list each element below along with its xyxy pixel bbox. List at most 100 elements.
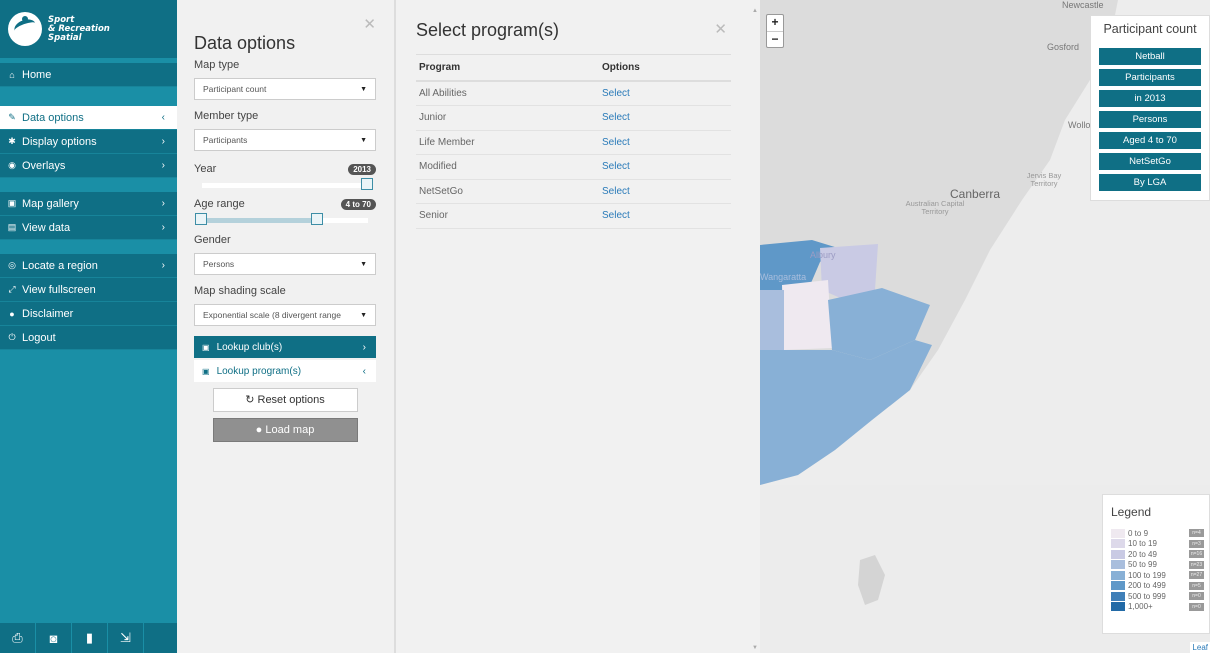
year-slider[interactable]: [194, 178, 376, 194]
export-icon[interactable]: ⇲: [108, 623, 144, 653]
column-header-program: Program: [416, 55, 599, 82]
zoom-in-button[interactable]: +: [767, 15, 783, 31]
age-range-label: Age range: [194, 198, 245, 210]
nav-locate-region-label: Locate a region: [22, 259, 98, 272]
nav-display-options[interactable]: ✱ Display options ›: [0, 130, 177, 154]
table-row: Life Member Select: [416, 130, 731, 155]
chevron-right-icon: ›: [161, 198, 165, 209]
member-type-label: Member type: [194, 110, 259, 122]
place-label: Albury: [810, 250, 836, 260]
info-icon: ●: [9, 308, 15, 319]
chevron-right-icon: ›: [161, 260, 165, 271]
region-shape: [760, 290, 784, 350]
legend-row: 500 to 999 n=0: [1111, 591, 1209, 602]
nav-disclaimer[interactable]: ● Disclaimer: [0, 302, 177, 326]
nav-view-fullscreen-label: View fullscreen: [22, 283, 96, 296]
legend-row: 10 to 19 n=3: [1111, 539, 1209, 550]
data-options-panel: ✕ Data options Map type Participant coun…: [177, 0, 395, 653]
zoom-out-button[interactable]: −: [767, 31, 783, 47]
region-shape: [782, 280, 832, 350]
lookup-program-label: Lookup program(s): [216, 365, 302, 377]
select-link[interactable]: Select: [599, 105, 731, 131]
select-link[interactable]: Select: [599, 179, 731, 204]
year-slider-handle[interactable]: [361, 178, 373, 190]
panel-title: Data options: [194, 33, 296, 53]
shading-scale-value: Exponential scale (8 divergent range: [203, 310, 341, 320]
lookup-club-button[interactable]: ▣ Lookup club(s) ›: [194, 336, 376, 358]
map-legend: Legend 0 to 9 n=4 10 to 19 n=3 20 to 49 n=16 5…: [1102, 494, 1210, 634]
age-min-handle[interactable]: [195, 213, 207, 225]
scroll-down-icon[interactable]: ▼: [752, 645, 758, 651]
caret-down-icon: ▼: [360, 85, 367, 93]
legend-swatch: [1111, 591, 1125, 601]
caret-down-icon: ▼: [360, 311, 367, 319]
program-name: Life Member: [416, 130, 599, 155]
select-link[interactable]: Select: [599, 154, 731, 180]
select-link[interactable]: Select: [599, 203, 731, 229]
chevron-right-icon: ›: [161, 222, 165, 233]
legend-count: n=23: [1189, 560, 1204, 569]
select-link[interactable]: Select: [599, 130, 731, 155]
nav-home[interactable]: ⌂ Home: [0, 63, 177, 87]
bookmark-icon[interactable]: ▮: [72, 623, 108, 653]
gender-select[interactable]: Persons ▼: [194, 253, 376, 275]
slider-range: [200, 218, 318, 223]
nav-overlays[interactable]: ◉ Overlays ›: [0, 154, 177, 178]
table-header-row: Program Options: [416, 55, 731, 82]
scrollbar[interactable]: ▲: [752, 8, 758, 14]
legend-count: n=4: [1189, 529, 1204, 538]
program-name: All Abilities: [416, 81, 599, 106]
legend-swatch: [1111, 602, 1125, 612]
nav-data-options[interactable]: ✎ Data options ‹: [0, 106, 177, 130]
nav-map-gallery[interactable]: ▣ Map gallery ›: [0, 192, 177, 216]
legend-count: n=0: [1189, 602, 1204, 611]
table-icon: ▤: [7, 222, 17, 232]
expand-icon: ⤢: [8, 284, 16, 294]
place-label: Wollo: [1068, 120, 1091, 130]
close-icon[interactable]: ✕: [363, 15, 376, 33]
refresh-icon: ↻: [245, 394, 255, 406]
close-icon[interactable]: ✕: [714, 20, 727, 38]
year-label: Year: [194, 163, 217, 175]
place-label: Wangaratta: [760, 272, 807, 282]
legend-label: 200 to 499: [1128, 581, 1166, 591]
legend-count: n=3: [1189, 539, 1204, 548]
reset-options-button[interactable]: ↻ Reset options: [212, 388, 358, 412]
place-label: Australian Capital Territory: [905, 199, 965, 216]
legend-row: 200 to 499 n=5: [1111, 581, 1209, 592]
member-type-select[interactable]: Participants ▼: [194, 129, 376, 151]
power-icon: ⏻: [8, 332, 16, 342]
reset-options-label: Reset options: [257, 394, 325, 406]
age-max-handle[interactable]: [311, 213, 323, 225]
nav-display-options-label: Display options: [22, 135, 97, 148]
age-range-slider[interactable]: [194, 213, 376, 229]
filter-tag: Aged 4 to 70: [1099, 132, 1201, 149]
camera-icon[interactable]: ◙: [36, 623, 72, 653]
load-map-button[interactable]: ● Load map: [212, 418, 358, 442]
nav-data-options-label: Data options: [22, 111, 84, 124]
nav-locate-region[interactable]: ◎ Locate a region ›: [0, 254, 177, 278]
attribution-link[interactable]: Leaf: [1190, 642, 1210, 653]
nav-map-gallery-label: Map gallery: [22, 197, 79, 210]
legend-row: 50 to 99 n=23: [1111, 560, 1209, 571]
nav-logout[interactable]: ⏻ Logout: [0, 326, 177, 350]
legend-swatch: [1111, 528, 1125, 538]
legend-row: 20 to 49 n=16: [1111, 549, 1209, 560]
select-link[interactable]: Select: [599, 81, 731, 106]
year-badge: 2013: [348, 163, 376, 175]
map-type-select[interactable]: Participant count ▼: [194, 78, 376, 100]
nav-disclaimer-label: Disclaimer: [22, 307, 74, 320]
app-logo[interactable]: Sport & Recreation Spatial: [0, 0, 177, 58]
nav-view-fullscreen[interactable]: ⤢ View fullscreen: [0, 278, 177, 302]
map-info-title: Participant count: [1103, 22, 1197, 36]
nav-view-data[interactable]: ▤ View data ›: [0, 216, 177, 240]
map-view[interactable]: + − Newcastle Gosford Wollo Canberra Aus…: [760, 0, 1210, 653]
legend-swatch: [1111, 549, 1125, 559]
lookup-program-button[interactable]: ▣ Lookup program(s) ‹: [194, 360, 376, 382]
shading-scale-select[interactable]: Exponential scale (8 divergent range ▼: [194, 304, 376, 326]
table-row: Junior Select: [416, 105, 731, 131]
panel-title: Select program(s): [416, 20, 731, 55]
zoom-control: + −: [766, 14, 784, 48]
legend-swatch: [1111, 570, 1125, 580]
print-icon[interactable]: ⎙: [0, 623, 36, 653]
